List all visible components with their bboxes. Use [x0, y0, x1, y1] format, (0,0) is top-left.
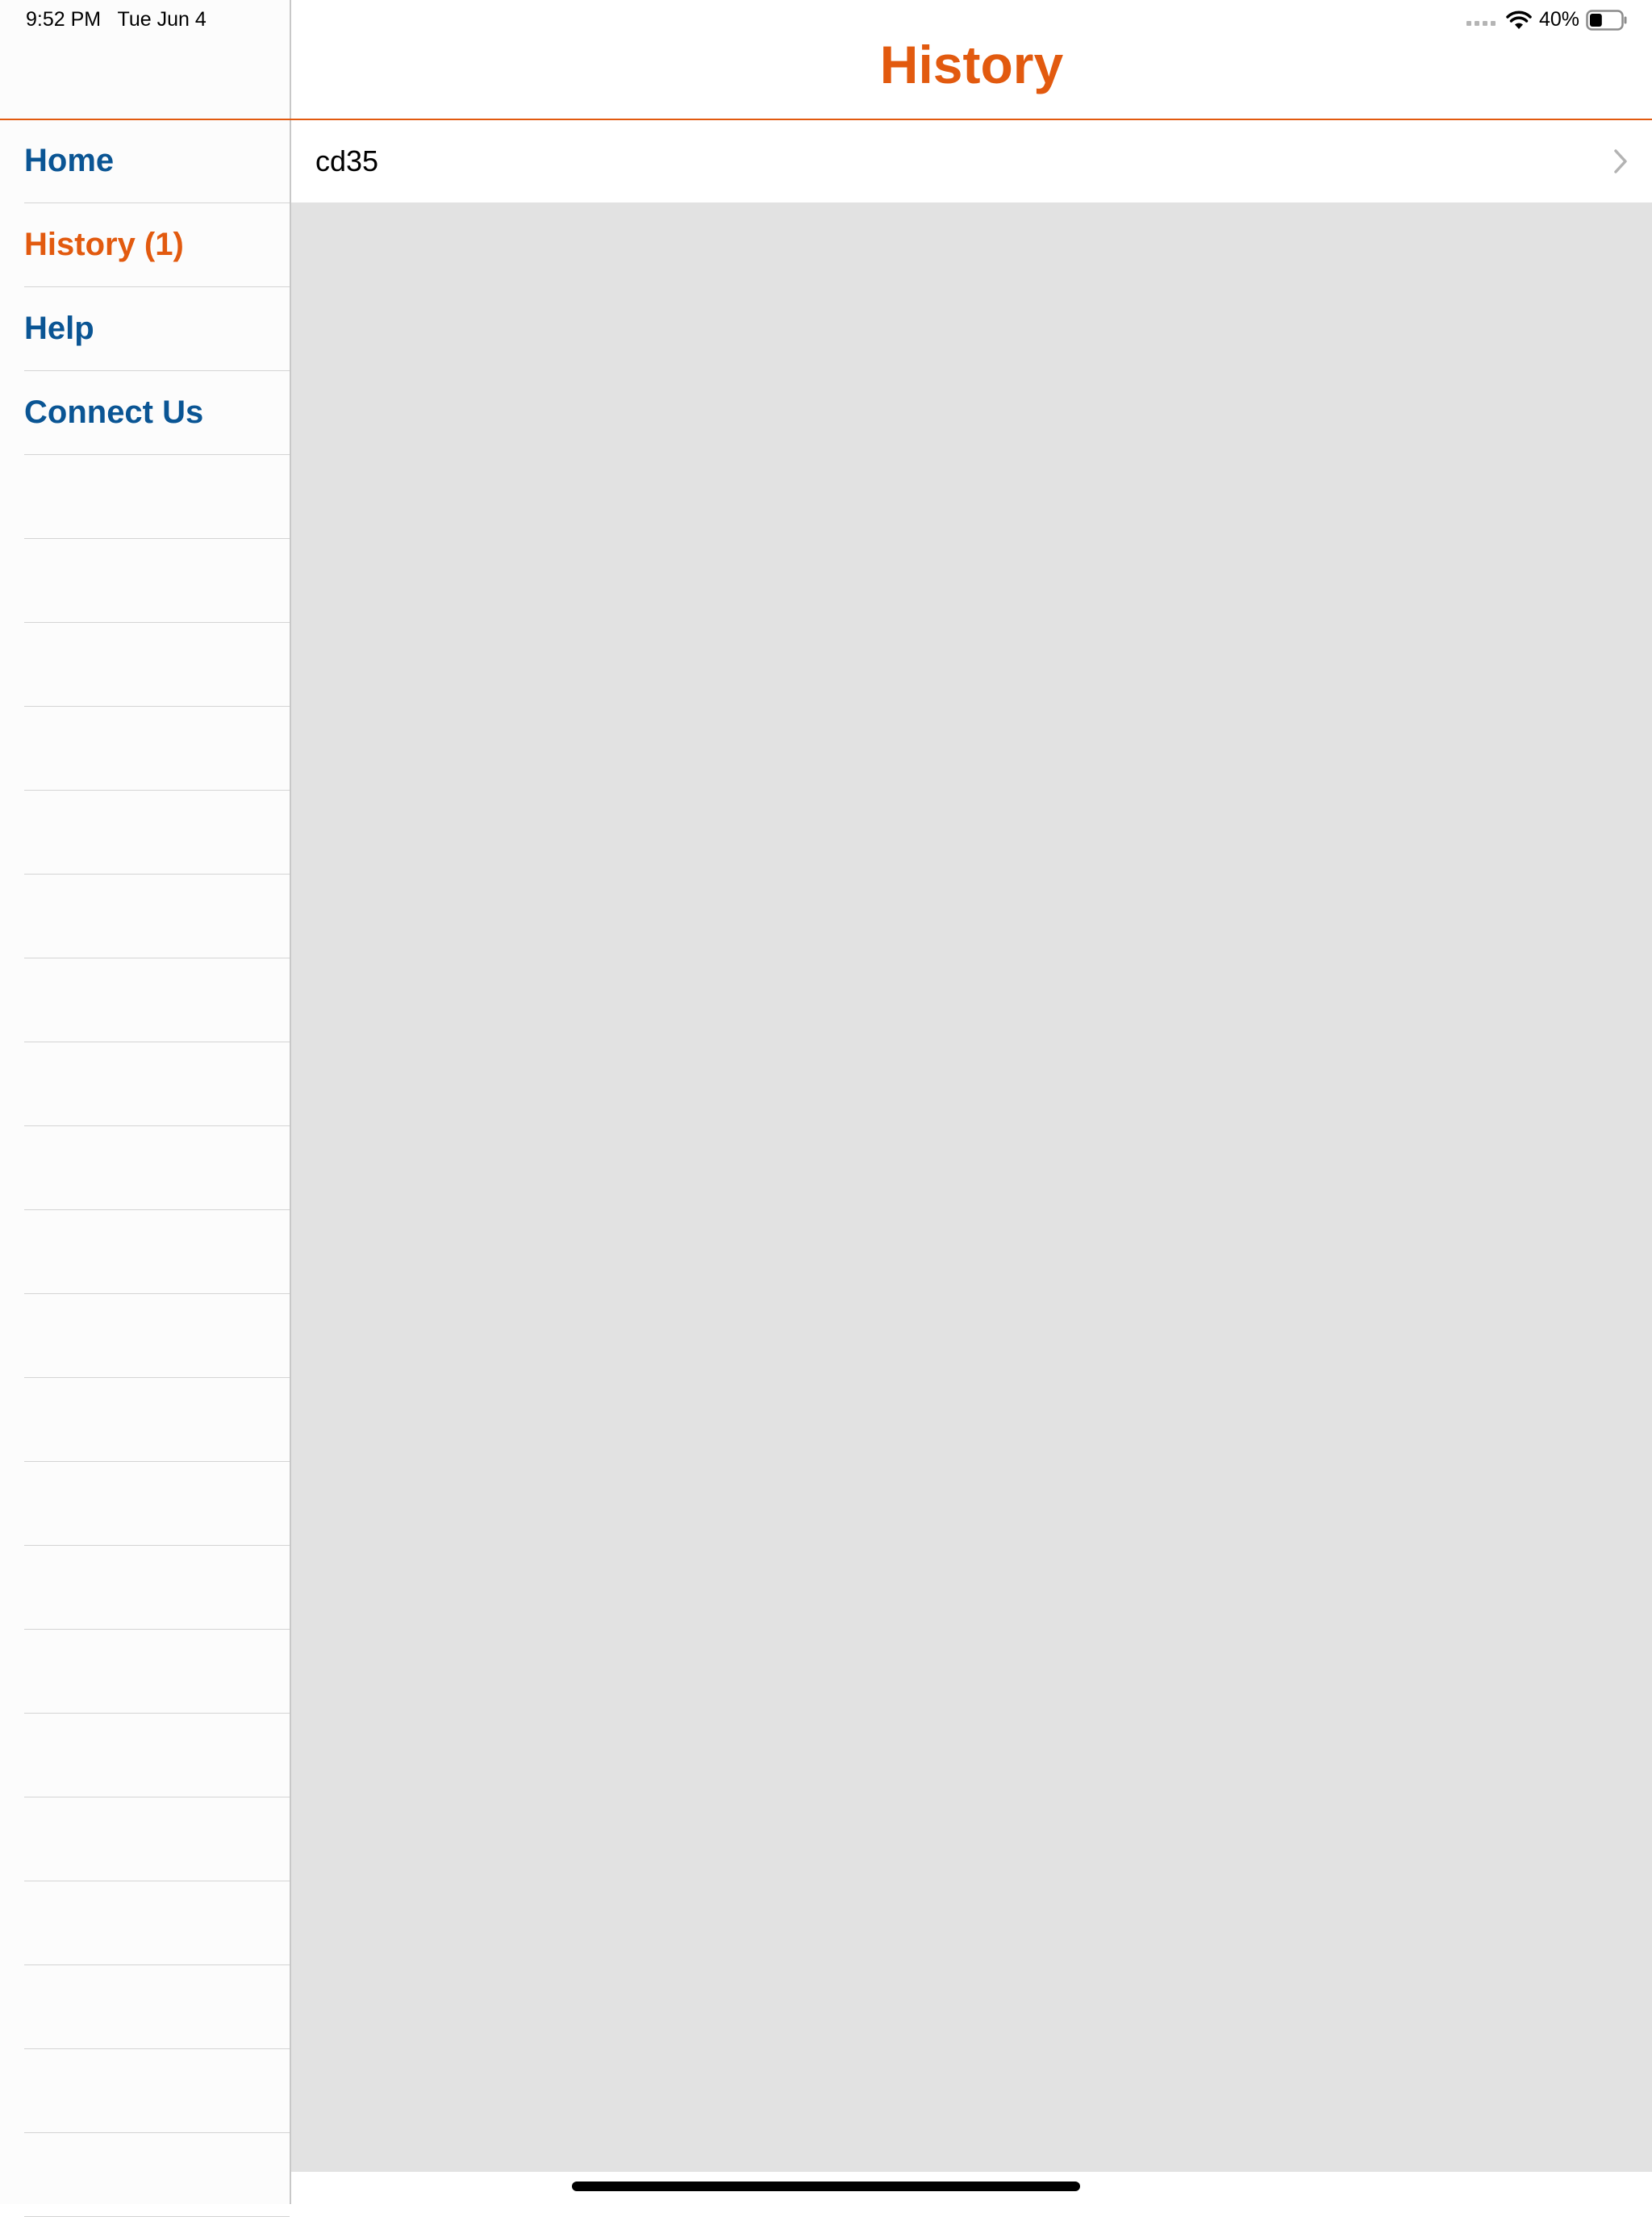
sidebar-empty-row [24, 1294, 290, 1378]
sidebar-empty-row [24, 1881, 290, 1965]
sidebar-empty-row [24, 1965, 290, 2049]
chevron-right-icon [1614, 149, 1627, 173]
sidebar-item-help[interactable]: Help [24, 287, 290, 371]
sidebar-item-label: Help [24, 311, 94, 346]
status-time: 9:52 PM Tue Jun 4 [26, 8, 206, 31]
sidebar-empty-row [24, 1210, 290, 1294]
history-row[interactable]: cd35 [291, 120, 1652, 202]
home-indicator [572, 2182, 1080, 2191]
sidebar-empty-row [24, 455, 290, 539]
sidebar-item-label: Home [24, 143, 115, 178]
sidebar-empty-row [24, 1714, 290, 1797]
sidebar-item-history[interactable]: History (1) [24, 203, 290, 287]
sidebar-empty-row [24, 958, 290, 1042]
status-bar: 9:52 PM Tue Jun 4 40% [0, 0, 1652, 39]
sidebar-empty-row [24, 1462, 290, 1546]
status-date-text: Tue Jun 4 [117, 8, 206, 31]
wifi-icon [1506, 10, 1532, 29]
sidebar-item-connect-us[interactable]: Connect Us [24, 371, 290, 455]
cellular-dots-icon [1466, 20, 1496, 26]
sidebar-empty-row [24, 2133, 290, 2217]
battery-percent: 40% [1538, 8, 1579, 31]
sidebar-empty-row [24, 1546, 290, 1630]
sidebar-empty-row [24, 875, 290, 958]
battery-icon [1586, 9, 1627, 31]
status-time-text: 9:52 PM [26, 8, 102, 31]
sidebar-empty-row [24, 1378, 290, 1462]
sidebar-empty-row [24, 2049, 290, 2133]
sidebar-empty-row [24, 791, 290, 875]
sidebar-item-label: Connect Us [24, 395, 204, 430]
sidebar-empty-row [24, 623, 290, 707]
sidebar-item-home[interactable]: Home [24, 119, 290, 203]
sidebar-empty-row [24, 1042, 290, 1126]
status-indicators: 40% [1466, 8, 1628, 31]
sidebar-empty-row [24, 707, 290, 791]
history-row-label: cd35 [315, 144, 379, 177]
sidebar-item-label: History (1) [24, 227, 184, 262]
sidebar-empty-row [24, 539, 290, 623]
sidebar-empty-row [24, 1126, 290, 1210]
sidebar-empty-row [24, 1630, 290, 1714]
sidebar-empty-row [24, 1797, 290, 1881]
sidebar-list: Home History (1) Help Connect Us [24, 119, 290, 2217]
page-title: History [879, 35, 1064, 94]
sidebar: Home History (1) Help Connect Us [0, 0, 291, 2217]
sidebar-empty-rows [24, 455, 290, 2217]
history-list: cd35 [291, 120, 1652, 2172]
